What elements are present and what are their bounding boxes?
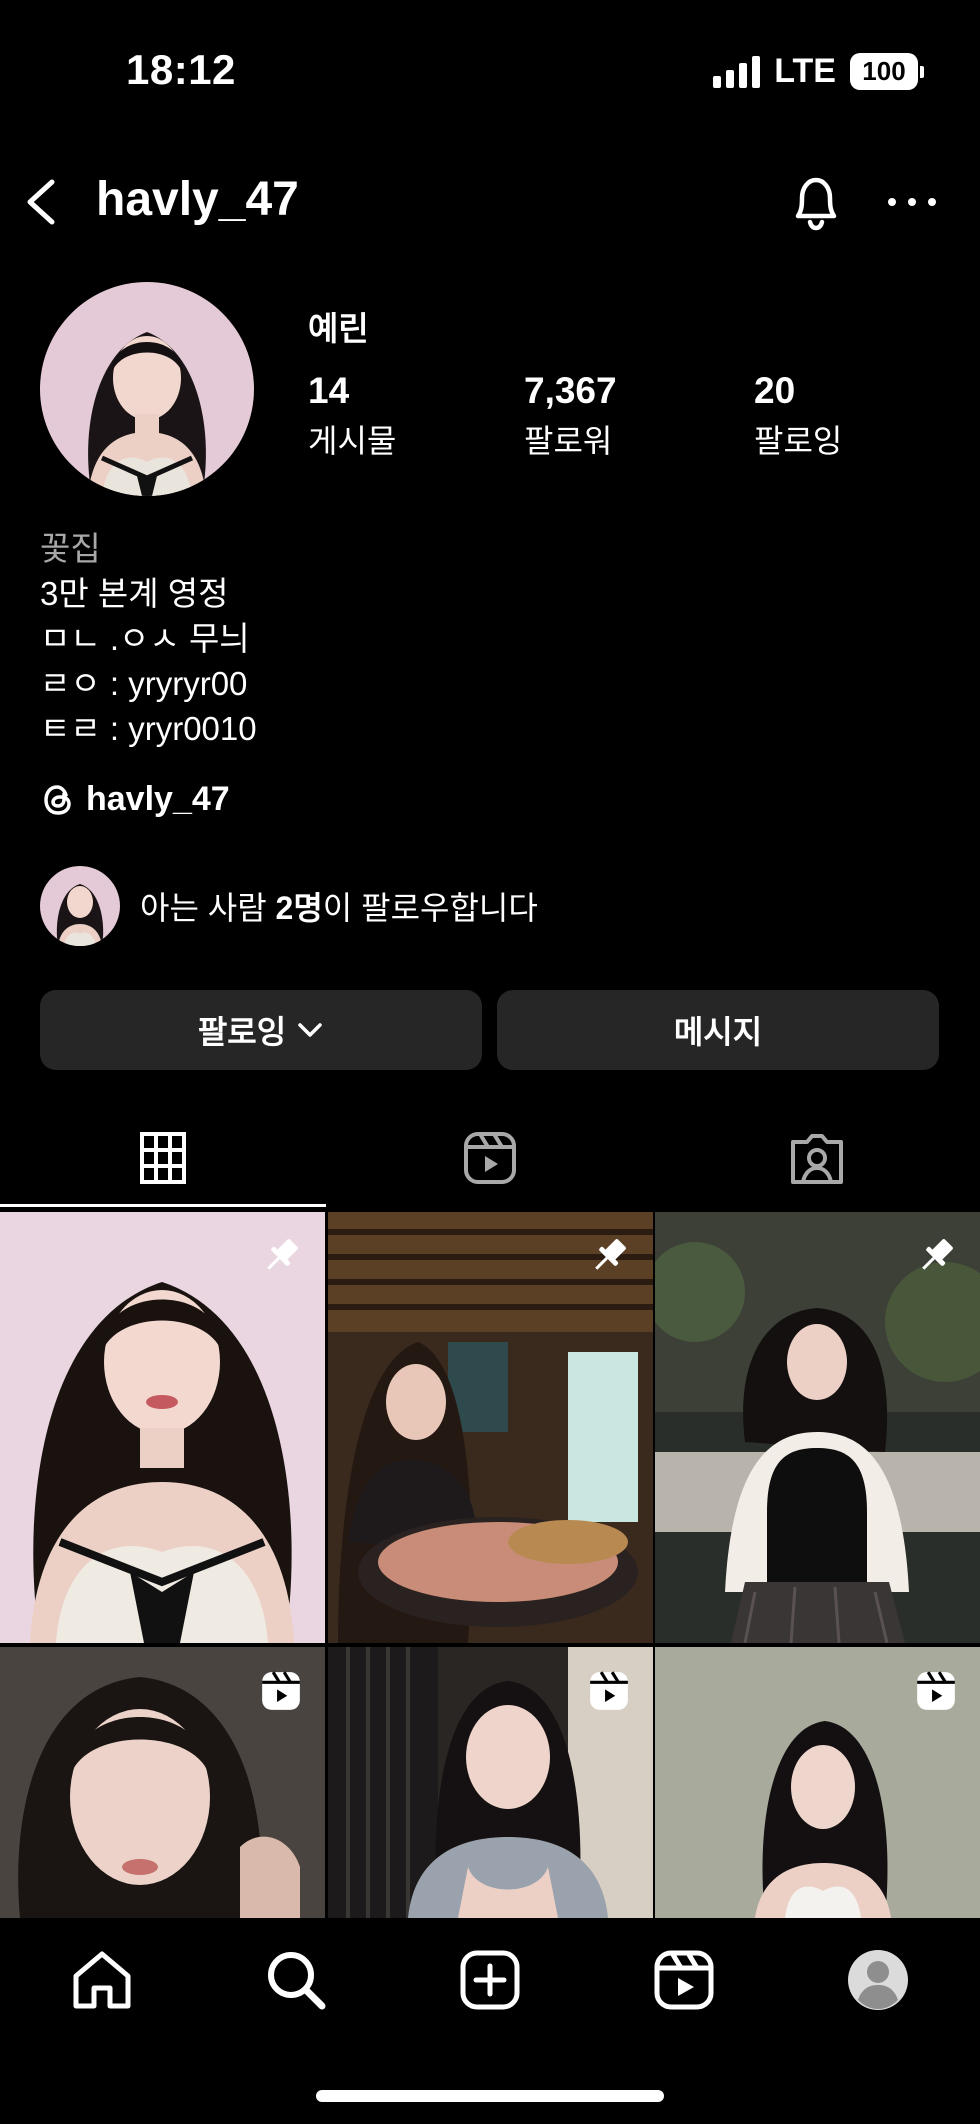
network-label: LTE xyxy=(774,52,836,90)
message-button[interactable]: 메시지 xyxy=(497,990,939,1070)
mutual-prefix: 아는 사람 xyxy=(140,890,276,926)
display-name: 예린 xyxy=(308,310,369,347)
reels-icon xyxy=(917,1671,955,1710)
battery-icon: 100 xyxy=(850,53,924,90)
stat-posts-label: 게시물 xyxy=(308,423,397,459)
bio-line: ㅌㄹ : yryr0010 xyxy=(40,710,257,747)
bell-icon[interactable] xyxy=(788,172,844,232)
threads-handle: havly_47 xyxy=(86,780,230,818)
pin-icon xyxy=(595,1239,626,1270)
tagged-icon xyxy=(791,1134,843,1184)
stat-posts[interactable]: 14 게시물 xyxy=(308,370,396,462)
message-button-label: 메시지 xyxy=(673,1014,763,1050)
stat-followers[interactable]: 7,367 팔로워 xyxy=(524,370,617,462)
following-button-label: 팔로잉 xyxy=(197,1014,287,1050)
following-button[interactable]: 팔로잉 xyxy=(40,990,482,1070)
threads-link[interactable]: havly_47 xyxy=(40,780,230,819)
tab-tagged[interactable] xyxy=(654,1110,980,1206)
profile-avatar[interactable] xyxy=(40,282,254,496)
tab-posts[interactable] xyxy=(0,1110,326,1206)
threads-icon xyxy=(44,784,71,815)
bio-line: ㄹㅇ : yryryr00 xyxy=(40,665,248,702)
search-icon[interactable] xyxy=(264,1948,328,2012)
reels-icon xyxy=(262,1671,300,1710)
bio-line: ㅁㄴ .ㅇㅅ 무늬 xyxy=(40,620,250,657)
mutual-suffix: 이 팔로우합니다 xyxy=(322,890,538,926)
grid-post[interactable] xyxy=(328,1647,653,1918)
bio-line: 3만 본계 영정 xyxy=(40,575,229,612)
signal-icon xyxy=(713,55,761,88)
grid-post[interactable] xyxy=(655,1212,980,1643)
create-icon[interactable] xyxy=(458,1948,522,2012)
stat-following[interactable]: 20 팔로잉 xyxy=(754,370,842,462)
mutual-follower-avatar xyxy=(40,866,120,946)
stat-posts-count: 14 xyxy=(308,370,350,411)
grid-post[interactable] xyxy=(655,1647,980,1918)
reels-icon[interactable] xyxy=(652,1948,716,2012)
header-username: havly_47 xyxy=(96,173,299,226)
mutual-text: 아는 사람 2명이 팔로우합니다 xyxy=(140,883,538,929)
stat-followers-label: 팔로워 xyxy=(524,423,613,459)
tab-reels[interactable] xyxy=(327,1110,653,1206)
grid-post[interactable] xyxy=(328,1212,653,1643)
reels-icon xyxy=(464,1132,516,1184)
grid-post[interactable] xyxy=(0,1647,325,1918)
bio: 꽃집 3만 본계 영정 ㅁㄴ .ㅇㅅ 무늬 ㄹㅇ : yryryr00 ㅌㄹ :… xyxy=(40,526,257,751)
pin-icon xyxy=(922,1239,953,1270)
more-options-icon[interactable] xyxy=(884,190,940,214)
pin-icon xyxy=(267,1239,298,1270)
home-icon[interactable] xyxy=(70,1948,134,2012)
mutual-count: 2명 xyxy=(275,890,323,926)
back-icon[interactable] xyxy=(20,176,68,228)
chevron-down-icon xyxy=(298,1023,322,1037)
reels-icon xyxy=(590,1671,628,1710)
active-tab-indicator xyxy=(0,1204,326,1207)
stat-following-label: 팔로잉 xyxy=(754,423,843,459)
stat-followers-count: 7,367 xyxy=(524,370,617,411)
profile-avatar[interactable] xyxy=(846,1948,910,2012)
status-indicators: LTE 100 xyxy=(713,52,924,91)
grid-icon xyxy=(140,1132,186,1184)
status-time: 18:12 xyxy=(126,46,236,93)
grid-post[interactable] xyxy=(0,1212,325,1643)
battery-level: 100 xyxy=(850,53,918,90)
bio-category: 꽃집 xyxy=(40,530,101,567)
mutual-followers[interactable]: 아는 사람 2명이 팔로우합니다 xyxy=(40,866,538,946)
stat-following-count: 20 xyxy=(754,370,796,411)
home-indicator xyxy=(316,2090,664,2102)
